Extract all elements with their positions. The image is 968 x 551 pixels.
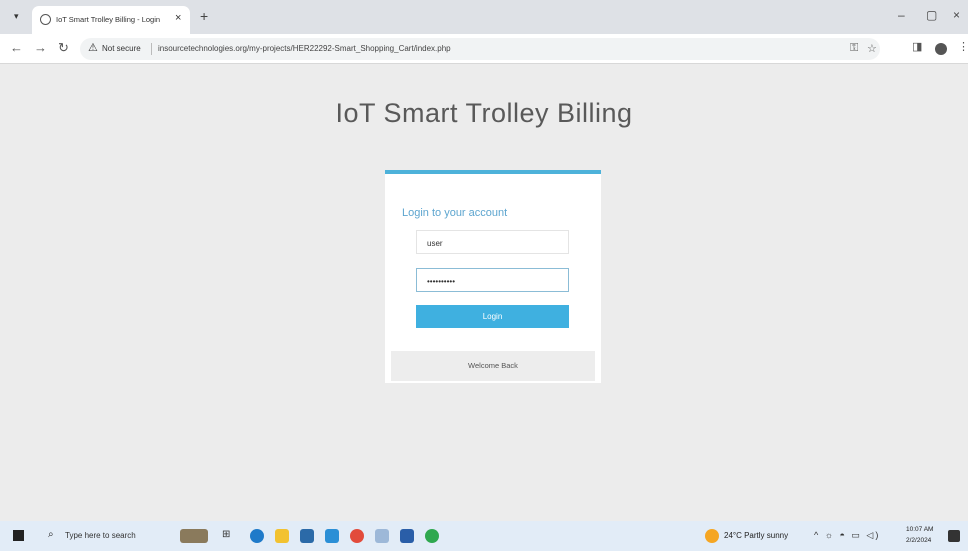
login-button[interactable]: Login <box>416 305 569 328</box>
globe-icon <box>40 14 51 25</box>
spotify-icon[interactable] <box>425 529 439 543</box>
login-card: Login to your account user •••••••••• Lo… <box>385 170 601 383</box>
divider <box>151 43 152 55</box>
menu-icon[interactable]: ⋮ <box>958 40 968 53</box>
tab-active[interactable]: IoT Smart Trolley Billing - Login × <box>32 6 190 34</box>
clock-date: 2/2/2024 <box>906 537 932 544</box>
task-view-icon[interactable]: ⊞ <box>222 529 236 543</box>
taskbar: ⌕ Type here to search ⊞ 24°C Partly sunn… <box>0 521 968 551</box>
welcome-footer: Welcome Back <box>391 351 595 381</box>
edge-icon[interactable] <box>250 529 264 543</box>
forward-icon[interactable]: → <box>34 40 47 55</box>
new-tab-icon[interactable]: + <box>200 8 208 24</box>
chrome-icon[interactable] <box>350 529 364 543</box>
page-title: IoT Smart Trolley Billing <box>335 98 633 128</box>
windows-start-icon[interactable] <box>13 530 24 541</box>
clock-time: 10:07 AM <box>906 526 934 533</box>
sidebar-icon[interactable]: ◨ <box>912 40 922 53</box>
weather-text[interactable]: 24°C Partly sunny <box>724 531 788 540</box>
mail-icon[interactable] <box>325 529 339 543</box>
tab-strip: ▾ IoT Smart Trolley Billing - Login × + … <box>0 0 968 34</box>
key-icon[interactable]: ⚿ <box>850 42 858 55</box>
password-input[interactable]: •••••••••• <box>416 268 569 292</box>
url-text[interactable]: insourcetechnologies.org/my-projects/HER… <box>158 44 451 53</box>
back-icon[interactable]: ← <box>10 40 23 55</box>
close-window-icon[interactable]: × <box>953 8 960 22</box>
username-input[interactable]: user <box>416 230 569 254</box>
profile-avatar[interactable] <box>935 43 947 55</box>
address-bar[interactable]: ⚠ Not secure insourcetechnologies.org/my… <box>80 38 880 60</box>
close-tab-icon[interactable]: × <box>175 12 181 24</box>
clock[interactable]: 10:07 AM 2/2/2024 <box>906 524 933 546</box>
system-tray-icons[interactable]: ^ ☼ ◓ ▭ ◁) <box>814 530 880 541</box>
maximize-icon[interactable]: ▢ <box>926 8 937 22</box>
store-icon[interactable] <box>300 529 314 543</box>
search-placeholder: Type here to search <box>65 531 136 540</box>
word-icon[interactable] <box>400 529 414 543</box>
browser-window: ▾ IoT Smart Trolley Billing - Login × + … <box>0 0 968 551</box>
search-icon: ⌕ <box>48 529 54 540</box>
minimize-icon[interactable]: – <box>898 8 905 22</box>
tab-search-icon[interactable]: ▾ <box>14 11 19 22</box>
star-icon[interactable]: ☆ <box>867 42 877 55</box>
file-explorer-icon[interactable] <box>275 529 289 543</box>
weather-icon[interactable] <box>705 529 719 543</box>
taskbar-search[interactable]: ⌕ Type here to search <box>38 526 170 546</box>
warning-icon: ⚠ <box>88 42 98 54</box>
login-title: Login to your account <box>402 207 508 219</box>
reload-icon[interactable]: ↻ <box>58 40 69 56</box>
notification-icon[interactable] <box>948 530 960 542</box>
taskbar-widget-image[interactable] <box>180 529 208 543</box>
security-label[interactable]: Not secure <box>102 44 141 53</box>
app-icon[interactable] <box>375 529 389 543</box>
tab-title: IoT Smart Trolley Billing - Login <box>56 15 161 24</box>
browser-toolbar: ← → ↻ ⚠ Not secure insourcetechnologies.… <box>0 34 968 64</box>
